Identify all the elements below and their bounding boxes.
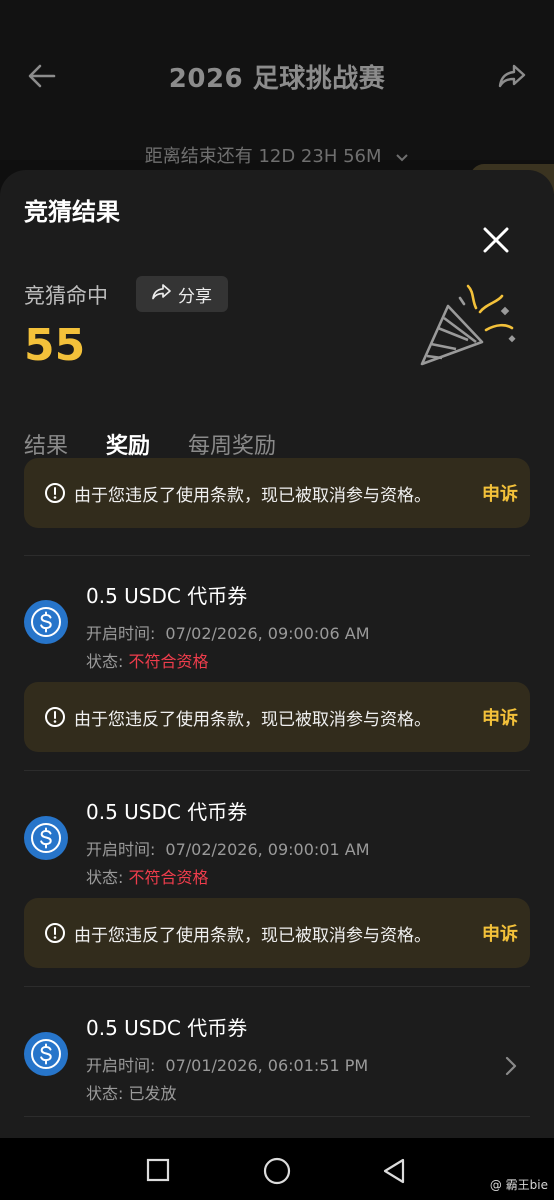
reward-item[interactable]: 0.5 USDC 代币券 开启时间: 07/01/2026, 06:01:51 P… xyxy=(0,988,554,1103)
appeal-button[interactable]: 申诉 xyxy=(482,704,518,730)
system-back-icon[interactable] xyxy=(380,1156,408,1186)
reward-time: 开启时间: 07/01/2026, 06:01:51 PM xyxy=(86,1052,368,1076)
time-label: 开启时间: xyxy=(86,1056,156,1075)
share-icon xyxy=(152,283,172,306)
disqualified-banner: 由于您违反了使用条款，现已被取消参与资格。 申诉 xyxy=(24,682,530,752)
chevron-right-icon[interactable] xyxy=(502,1054,520,1078)
alert-circle-icon xyxy=(44,482,66,504)
reward-item: 0.5 USDC 代币券 开启时间: 07/02/2026, 09:00:01 A… xyxy=(0,772,554,887)
page-title: 2026 足球挑战赛 xyxy=(168,64,386,94)
usdc-coin-icon xyxy=(24,816,68,860)
tab-bar: 结果 奖励 每周奖励 xyxy=(24,428,276,460)
watermark: @ 霸王bie xyxy=(489,1178,548,1192)
close-icon[interactable] xyxy=(476,220,516,260)
reward-status: 状态: 不符合资格 xyxy=(86,864,209,888)
sheet-title: 竞猜结果 xyxy=(24,198,120,226)
status-label: 状态: xyxy=(86,1084,124,1103)
party-popper-icon xyxy=(416,278,520,378)
time-label: 开启时间: xyxy=(86,624,156,643)
alert-circle-icon xyxy=(44,922,66,944)
status-value: 不符合资格 xyxy=(128,652,209,671)
reward-title: 0.5 USDC 代币券 xyxy=(86,584,248,608)
home-icon[interactable] xyxy=(262,1156,292,1186)
status-value: 不符合资格 xyxy=(128,868,209,887)
tab-weekly-rewards[interactable]: 每周奖励 xyxy=(188,428,276,460)
reward-item: 0.5 USDC 代币券 开启时间: 07/02/2026, 09:00:06 A… xyxy=(0,556,554,671)
share-button-label: 分享 xyxy=(178,286,212,307)
disqualified-text: 由于您违反了使用条款，现已被取消参与资格。 xyxy=(74,709,431,730)
divider xyxy=(24,986,530,987)
countdown-text: 距离结束还有 12D 23H 56M xyxy=(144,146,382,167)
tab-results[interactable]: 结果 xyxy=(24,428,68,460)
tab-rewards[interactable]: 奖励 xyxy=(106,428,150,460)
usdc-coin-icon xyxy=(24,600,68,644)
countdown[interactable]: 距离结束还有 12D 23H 56M xyxy=(0,142,554,168)
system-nav-bar: @ 霸王bie xyxy=(0,1138,554,1200)
top-bar: 2026 足球挑战赛 距离结束还有 12D 23H 56M xyxy=(0,0,554,167)
appeal-button[interactable]: 申诉 xyxy=(482,920,518,946)
recent-apps-icon[interactable] xyxy=(146,1158,170,1182)
time-value: 07/02/2026, 09:00:01 AM xyxy=(165,840,370,859)
alert-circle-icon xyxy=(44,706,66,728)
divider xyxy=(24,1116,530,1117)
score-value: 55 xyxy=(24,320,86,371)
reward-time: 开启时间: 07/02/2026, 09:00:06 AM xyxy=(86,620,370,644)
status-label: 状态: xyxy=(86,652,124,671)
hit-label: 竞猜命中 xyxy=(24,284,108,308)
usdc-coin-icon xyxy=(24,1032,68,1076)
status-value: 已发放 xyxy=(128,1084,177,1103)
reward-title: 0.5 USDC 代币券 xyxy=(86,800,248,824)
appeal-button[interactable]: 申诉 xyxy=(482,480,518,506)
share-icon[interactable] xyxy=(494,58,530,94)
time-value: 07/02/2026, 09:00:06 AM xyxy=(165,624,370,643)
reward-title: 0.5 USDC 代币券 xyxy=(86,1016,248,1040)
reward-status: 状态: 已发放 xyxy=(86,1080,177,1104)
divider xyxy=(24,770,530,771)
chevron-down-icon xyxy=(395,147,409,168)
results-sheet: 竞猜结果 竞猜命中 分享 55 结果 奖励 每周奖励 由于您违反了使用条款，现已… xyxy=(0,170,554,1138)
share-button[interactable]: 分享 xyxy=(136,276,228,312)
disqualified-banner: 由于您违反了使用条款，现已被取消参与资格。 申诉 xyxy=(24,458,530,528)
screen: 2026 足球挑战赛 距离结束还有 12D 23H 56M 竞猜结果 竞猜命中 … xyxy=(0,0,554,1200)
reward-time: 开启时间: 07/02/2026, 09:00:01 AM xyxy=(86,836,370,860)
disqualified-text: 由于您违反了使用条款，现已被取消参与资格。 xyxy=(74,925,431,946)
status-label: 状态: xyxy=(86,868,124,887)
disqualified-text: 由于您违反了使用条款，现已被取消参与资格。 xyxy=(74,485,431,506)
time-value: 07/01/2026, 06:01:51 PM xyxy=(165,1056,369,1075)
reward-status: 状态: 不符合资格 xyxy=(86,648,209,672)
time-label: 开启时间: xyxy=(86,840,156,859)
disqualified-banner: 由于您违反了使用条款，现已被取消参与资格。 申诉 xyxy=(24,898,530,968)
